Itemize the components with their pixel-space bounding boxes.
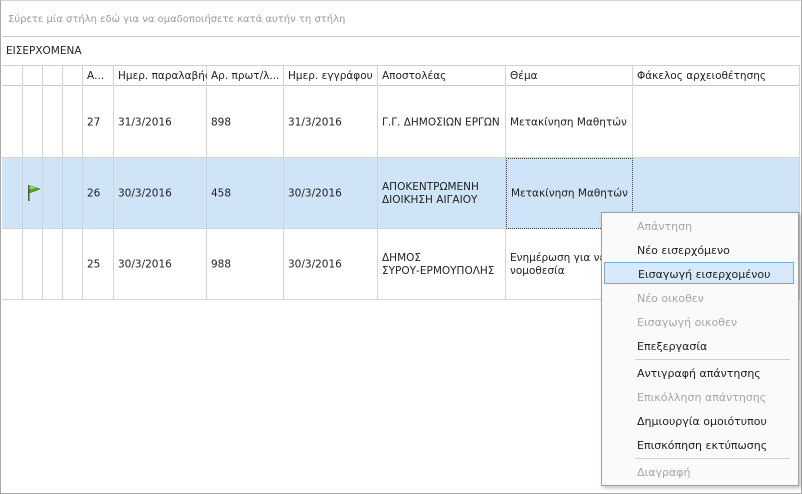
menu-item-print-preview[interactable]: Επισκόπηση εκτύπωσης (604, 434, 794, 456)
menu-item-new-incoming[interactable]: Νέο εισερχόμενο (604, 239, 794, 261)
menu-item-paste-reply[interactable]: Επικόλληση απάντησης (604, 386, 794, 408)
cell-received-date[interactable]: 30/3/2016 (114, 158, 207, 229)
group-by-panel[interactable]: Σύρετε μία στήλη εδώ για να ομαδοποιήσετ… (2, 2, 800, 37)
menu-separator (635, 458, 790, 459)
menu-item-create-duplicate[interactable]: Δημιουργία ομοιότυπου (604, 410, 794, 432)
cell-sender[interactable]: Γ.Γ. ΔΗΜΟΣΙΩΝ ΕΡΓΩΝ (378, 87, 506, 158)
column-header-sender[interactable]: Αποστολέας (378, 66, 506, 86)
column-header-indicator[interactable] (2, 66, 23, 86)
column-header-subject[interactable]: Θέμα (506, 66, 633, 86)
cell-a[interactable]: 25 (83, 229, 114, 300)
cell-sender[interactable]: ΔΗΜΟΣ ΣΥΡΟΥ-ΕΡΜΟΥΠΟΛΗΣ (378, 229, 506, 300)
menu-item-import-internal[interactable]: Εισαγωγή οικοθεν (604, 311, 794, 333)
cell-protocol-no[interactable]: 458 (207, 158, 284, 229)
column-header-folder[interactable]: Φάκελος αρχειοθέτησης (633, 66, 800, 86)
column-header-flag[interactable] (23, 66, 43, 86)
cell-doc-date[interactable]: 31/3/2016 (284, 87, 378, 158)
column-header-protocol-no[interactable]: Αρ. πρωτ/λ... (207, 66, 284, 86)
cell-received-date[interactable]: 30/3/2016 (114, 229, 207, 300)
cell-flag[interactable] (23, 158, 43, 229)
menu-item-import-incoming[interactable]: Εισαγωγή εισερχομένου (604, 262, 794, 284)
green-flag-icon (28, 185, 41, 201)
group-header[interactable]: ΕΙΣΕΡΧΟΜΕΝΑ (2, 37, 800, 66)
cell-a[interactable]: 26 (83, 158, 114, 229)
column-header-doc-date[interactable]: Ημερ. εγγράφου (284, 66, 378, 86)
cell-received-date[interactable]: 31/3/2016 (114, 87, 207, 158)
cell-sender[interactable]: ΑΠΟΚΕΝΤΡΩΜΕΝΗ ΔΙΟΙΚΗΣΗ ΑΙΓΑΙΟΥ (378, 158, 506, 229)
group-by-hint: Σύρετε μία στήλη εδώ για να ομαδοποιήσετ… (8, 14, 346, 25)
context-menu: Απάντηση Νέο εισερχόμενο Εισαγωγή εισερχ… (601, 212, 799, 486)
menu-item-new-internal[interactable]: Νέο οικοθεν (604, 287, 794, 309)
cell-doc-date[interactable]: 30/3/2016 (284, 229, 378, 300)
menu-item-delete[interactable]: Διαγραφή (604, 461, 794, 483)
cell-folder[interactable] (633, 87, 800, 158)
cell-protocol-no[interactable]: 898 (207, 87, 284, 158)
column-header-status[interactable] (63, 66, 83, 86)
group-title: ΕΙΣΕΡΧΟΜΕΝΑ (6, 45, 82, 57)
cell-subject[interactable]: Μετακίνηση Μαθητών (506, 87, 633, 158)
cell-protocol-no[interactable]: 988 (207, 229, 284, 300)
column-header-a[interactable]: Α... (83, 66, 114, 86)
table-row[interactable]: 27 31/3/2016 898 31/3/2016 Γ.Γ. ΔΗΜΟΣΙΩΝ… (2, 87, 800, 158)
column-header-attachment[interactable] (43, 66, 63, 86)
menu-item-reply[interactable]: Απάντηση (604, 215, 794, 237)
cell-doc-date[interactable]: 30/3/2016 (284, 158, 378, 229)
cell-a[interactable]: 27 (83, 87, 114, 158)
column-header-received-date[interactable]: Ημερ. παραλαβής (114, 66, 211, 86)
menu-separator (635, 359, 790, 360)
menu-item-copy-reply[interactable]: Αντιγραφή απάντησης (604, 362, 794, 384)
menu-item-edit[interactable]: Επεξεργασία (604, 335, 794, 357)
